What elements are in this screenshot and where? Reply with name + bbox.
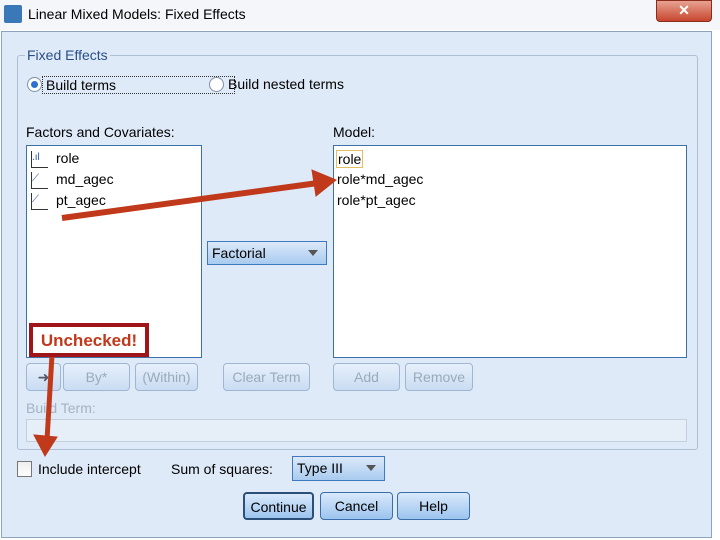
by-button[interactable]: By* <box>63 363 130 391</box>
window-title: Linear Mixed Models: Fixed Effects <box>28 6 246 22</box>
app-icon <box>4 5 22 23</box>
sum-of-squares-label: Sum of squares: <box>171 461 273 477</box>
list-item[interactable]: ⟋ pt_agec <box>31 192 106 210</box>
scale-icon: ⟋ <box>31 192 48 210</box>
chevron-down-icon <box>366 465 376 471</box>
within-button[interactable]: (Within) <box>135 363 198 391</box>
build-term-label: Build Term: <box>26 400 96 416</box>
list-item[interactable]: .ıl role <box>31 150 79 168</box>
list-item[interactable]: ⟋ md_agec <box>31 171 114 189</box>
help-button[interactable]: Help <box>397 492 470 520</box>
build-nested-terms-label[interactable]: Build nested terms <box>228 76 344 92</box>
factors-list[interactable]: .ıl role ⟋ md_agec ⟋ pt_agec <box>26 145 202 358</box>
nominal-icon: .ıl <box>31 150 48 168</box>
include-intercept-label[interactable]: Include intercept <box>38 461 141 477</box>
chevron-down-icon <box>308 250 318 256</box>
continue-button[interactable]: Continue <box>243 492 314 520</box>
build-nested-terms-radio[interactable] <box>209 77 224 92</box>
remove-button[interactable]: Remove <box>405 363 473 391</box>
down-arrow-icon: ➜ <box>37 369 50 385</box>
include-intercept-checkbox[interactable] <box>17 461 32 477</box>
cancel-button[interactable]: Cancel <box>320 492 393 520</box>
close-icon: ✕ <box>678 2 690 18</box>
factors-label: Factors and Covariates: <box>26 124 175 140</box>
build-terms-label[interactable]: Build terms <box>42 76 236 94</box>
scale-icon: ⟋ <box>31 171 48 189</box>
add-button[interactable]: Add <box>333 363 400 391</box>
build-term-input[interactable] <box>26 419 687 442</box>
group-label: Fixed Effects <box>25 47 110 63</box>
model-list[interactable]: role role*md_agec role*pt_agec <box>333 145 687 358</box>
clear-term-button[interactable]: Clear Term <box>223 363 310 391</box>
build-terms-radio[interactable] <box>27 77 42 92</box>
term-type-dropdown[interactable]: Factorial <box>207 241 327 265</box>
sum-of-squares-dropdown[interactable]: Type III <box>292 456 385 481</box>
list-item[interactable]: role*pt_agec <box>337 192 416 208</box>
move-down-button[interactable]: ➜ <box>26 363 61 391</box>
list-item[interactable]: role <box>336 150 364 168</box>
model-label: Model: <box>333 124 376 140</box>
close-button[interactable]: ✕ <box>656 0 712 22</box>
list-item[interactable]: role*md_agec <box>337 171 423 187</box>
